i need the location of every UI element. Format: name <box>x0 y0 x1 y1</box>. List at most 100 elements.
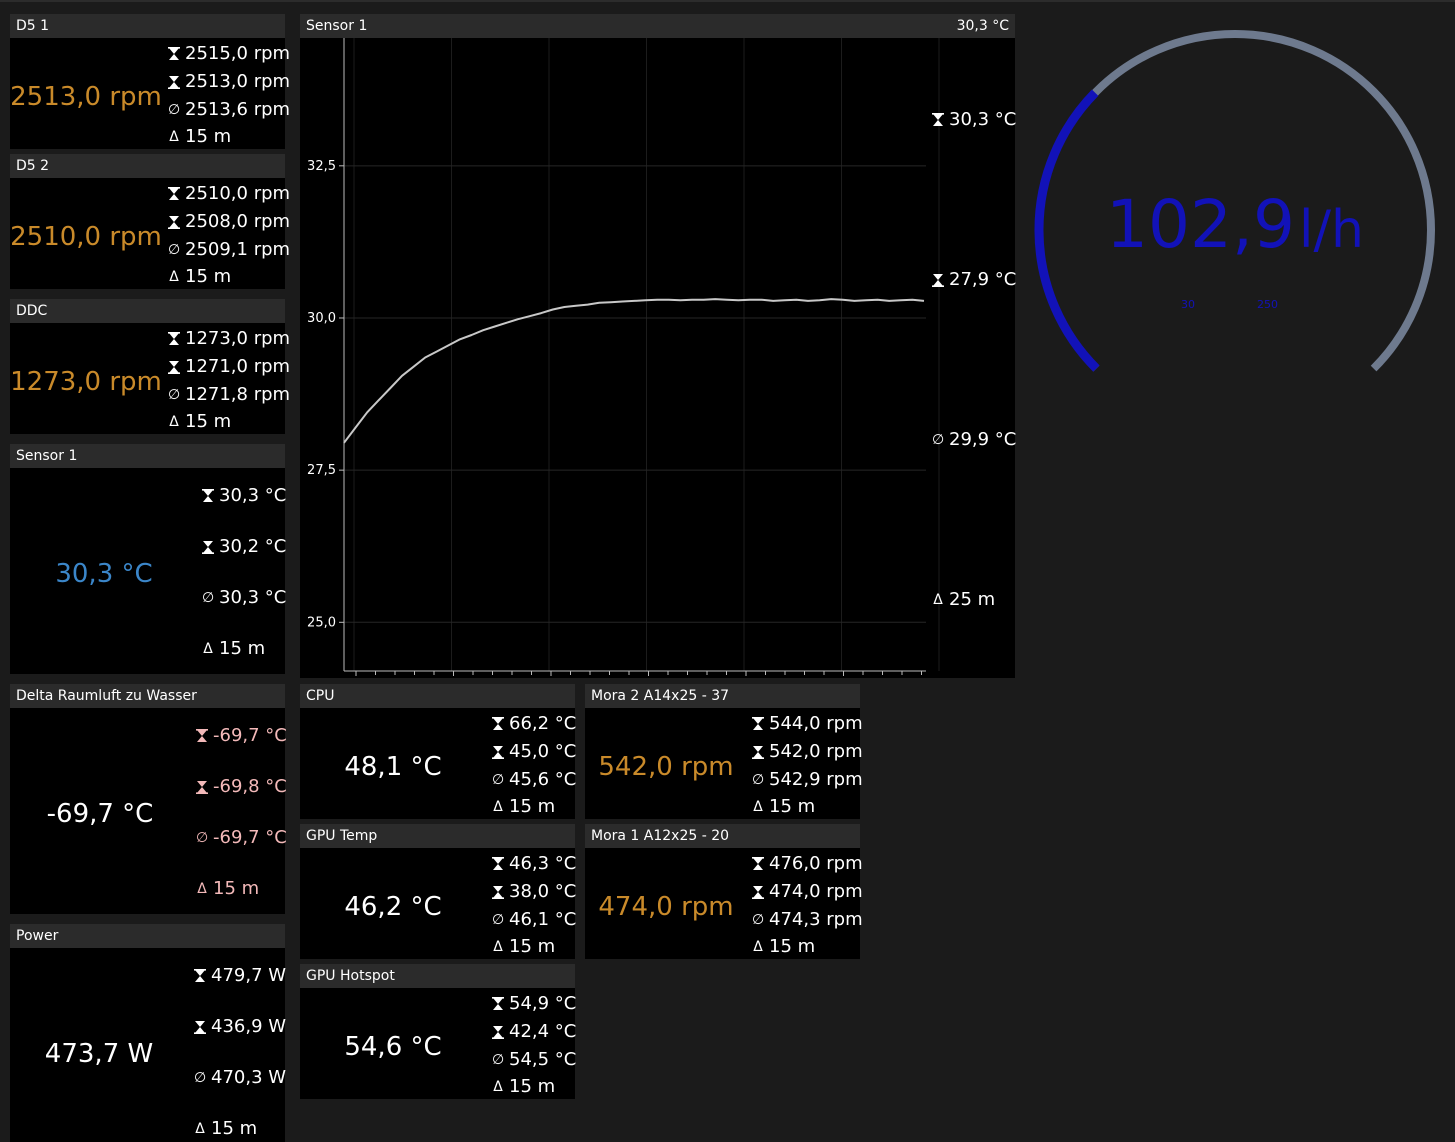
avg-stat: ∅ 474,3 rpm <box>752 909 863 930</box>
average-icon: ∅ <box>168 242 181 258</box>
timespan-stat: Δ 15 m <box>197 878 260 899</box>
average-icon: ∅ <box>168 102 181 118</box>
avg-stat: ∅ 1271,8 rpm <box>168 384 291 405</box>
gauge-unit: l/h <box>1299 200 1364 260</box>
panel-d5-2[interactable]: D5 2 2510,0 rpm 2510,0 rpm 2508,0 rpm ∅ 2… <box>10 154 290 289</box>
panel-mora-1[interactable]: Mora 1 A12x25 - 20 474,0 rpm 476,0 rpm 4… <box>585 824 863 959</box>
max-icon <box>492 717 504 731</box>
average-icon: ∅ <box>492 772 505 788</box>
max-stat: 1273,0 rpm <box>168 329 290 349</box>
average-icon: ∅ <box>194 1070 207 1086</box>
avg-stat: ∅ 470,3 W <box>194 1067 287 1088</box>
avg-stat: ∅ -69,7 °C <box>196 827 287 848</box>
avg-stat: ∅ 2509,1 rpm <box>168 239 291 260</box>
max-icon <box>752 717 764 731</box>
delta-time-icon: Δ <box>493 939 503 955</box>
timespan-stat: Δ 15 m <box>195 1118 258 1139</box>
panel-title: Mora 2 A14x25 - 37 <box>585 684 860 708</box>
chart-max-stat: 30,3 °C <box>932 110 1016 130</box>
current-value: 54,6 °C <box>344 1032 442 1062</box>
panel-mora-2[interactable]: Mora 2 A14x25 - 37 542,0 rpm 544,0 rpm 5… <box>585 684 863 819</box>
average-icon: ∅ <box>932 432 945 448</box>
panel-title: Mora 1 A12x25 - 20 <box>585 824 860 848</box>
top-border <box>0 0 1455 2</box>
min-icon <box>492 745 504 759</box>
timespan-stat: Δ 15 m <box>753 936 816 957</box>
panel-d5-1[interactable]: D5 1 2513,0 rpm 2515,0 rpm 2513,0 rpm ∅ 2… <box>10 14 290 149</box>
max-stat: 2510,0 rpm <box>168 184 290 204</box>
gauge-value: 102,9l/h <box>1020 190 1450 265</box>
min-stat: 436,9 W <box>194 1017 286 1037</box>
max-stat: 54,9 °C <box>492 994 576 1014</box>
avg-stat: ∅ 46,1 °C <box>492 909 577 930</box>
panel-title: D5 2 <box>10 154 285 178</box>
min-icon <box>492 885 504 899</box>
delta-time-icon: Δ <box>169 129 179 145</box>
min-stat: 1271,0 rpm <box>168 357 290 377</box>
max-icon <box>492 857 504 871</box>
gauge-value-number: 102,9 <box>1106 186 1295 263</box>
min-icon <box>168 215 180 229</box>
min-icon <box>168 360 180 374</box>
max-stat: 544,0 rpm <box>752 714 863 734</box>
min-icon <box>194 1020 206 1034</box>
chart-series <box>343 298 925 444</box>
y-tick-label: 27,5 <box>307 463 336 478</box>
current-value: 474,0 rpm <box>598 892 734 922</box>
avg-stat: ∅ 30,3 °C <box>202 587 287 608</box>
panel-gpu-hotspot[interactable]: GPU Hotspot 54,6 °C 54,9 °C 42,4 °C ∅ 54,… <box>300 964 576 1099</box>
panel-title: Sensor 1 30,3 °C <box>300 14 1015 38</box>
panel-title: CPU <box>300 684 575 708</box>
delta-time-icon: Δ <box>197 881 207 897</box>
current-value: -69,7 °C <box>46 799 154 829</box>
min-icon <box>168 75 180 89</box>
max-stat: 479,7 W <box>194 966 286 986</box>
panel-title: Delta Raumluft zu Wasser <box>10 684 285 708</box>
panel-delta-raumluft[interactable]: Delta Raumluft zu Wasser -69,7 °C -69,7 … <box>10 684 287 914</box>
max-icon <box>196 729 208 743</box>
panel-gpu-temp[interactable]: GPU Temp 46,2 °C 46,3 °C 38,0 °C ∅ 46,1 °… <box>300 824 577 959</box>
average-icon: ∅ <box>196 830 209 846</box>
chart-timespan-stat: Δ 25 m <box>933 589 996 610</box>
panel-cpu[interactable]: CPU 48,1 °C 66,2 °C 45,0 °C ∅ 45,6 °C Δ 15… <box>300 684 576 819</box>
panel-title: GPU Temp <box>300 824 575 848</box>
min-icon <box>492 1025 504 1039</box>
panel-ddc[interactable]: DDC 1273,0 rpm 1273,0 rpm 1271,0 rpm ∅ 12… <box>10 299 290 434</box>
max-stat: -69,7 °C <box>196 726 287 746</box>
min-stat: 474,0 rpm <box>752 882 863 902</box>
timespan-stat: Δ 15 m <box>169 126 232 147</box>
min-stat: 42,4 °C <box>492 1022 576 1042</box>
chart-avg-stat: ∅ 29,9 °C <box>932 429 1017 450</box>
current-value: 473,7 W <box>44 1039 154 1069</box>
min-icon <box>752 885 764 899</box>
max-icon <box>932 113 944 127</box>
panel-sensor-1[interactable]: Sensor 1 30,3 °C 30,3 °C 30,2 °C ∅ 30,3 °… <box>10 444 287 674</box>
panel-sensor-1-chart[interactable]: Sensor 1 30,3 °C 25,0 27,5 30,0 32,5 30,3 °C… <box>300 14 1017 678</box>
y-tick-label: 25,0 <box>307 615 336 630</box>
chart-current-value: 30,3 °C <box>956 18 1009 34</box>
average-icon: ∅ <box>752 912 765 928</box>
gauge-min-label: 30 <box>1181 298 1195 311</box>
min-icon <box>932 273 944 287</box>
min-stat: 38,0 °C <box>492 882 576 902</box>
delta-time-icon: Δ <box>753 939 763 955</box>
delta-time-icon: Δ <box>493 1079 503 1095</box>
min-icon <box>752 745 764 759</box>
min-stat: -69,8 °C <box>196 777 287 797</box>
panel-title: DDC <box>10 299 285 323</box>
min-stat: 542,0 rpm <box>752 742 863 762</box>
average-icon: ∅ <box>492 1052 505 1068</box>
chart-axes: 25,0 27,5 30,0 32,5 <box>307 38 926 676</box>
avg-stat: ∅ 542,9 rpm <box>752 769 863 790</box>
delta-time-icon: Δ <box>753 799 763 815</box>
panel-title: GPU Hotspot <box>300 964 575 988</box>
max-icon <box>168 47 180 61</box>
delta-time-icon: Δ <box>493 799 503 815</box>
panel-power[interactable]: Power 473,7 W 479,7 W 436,9 W ∅ 470,3 W Δ… <box>10 924 287 1142</box>
timespan-stat: Δ 15 m <box>493 936 556 957</box>
current-value: 1273,0 rpm <box>10 367 162 397</box>
line-chart: 25,0 27,5 30,0 32,5 <box>307 38 940 676</box>
max-stat: 2515,0 rpm <box>168 44 290 64</box>
max-icon <box>194 969 206 983</box>
timespan-stat: Δ 15 m <box>493 1076 556 1097</box>
